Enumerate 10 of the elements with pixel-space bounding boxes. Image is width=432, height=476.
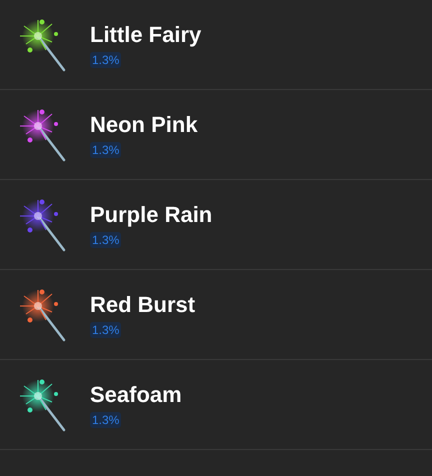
percentage-badge: 1.3% — [90, 52, 122, 68]
effect-name: Red Burst — [90, 292, 196, 318]
effect-name: Little Fairy — [90, 22, 202, 48]
percentage-badge: 1.3% — [90, 232, 122, 248]
percentage-badge: 1.3% — [90, 142, 122, 158]
percentage-badge: 1.3% — [90, 412, 122, 428]
effect-name: Purple Rain — [90, 202, 212, 228]
percentage-badge: 1.3% — [90, 322, 122, 338]
effect-name: Neon Pink — [90, 112, 198, 138]
effect-name: Seafoam — [90, 382, 182, 408]
